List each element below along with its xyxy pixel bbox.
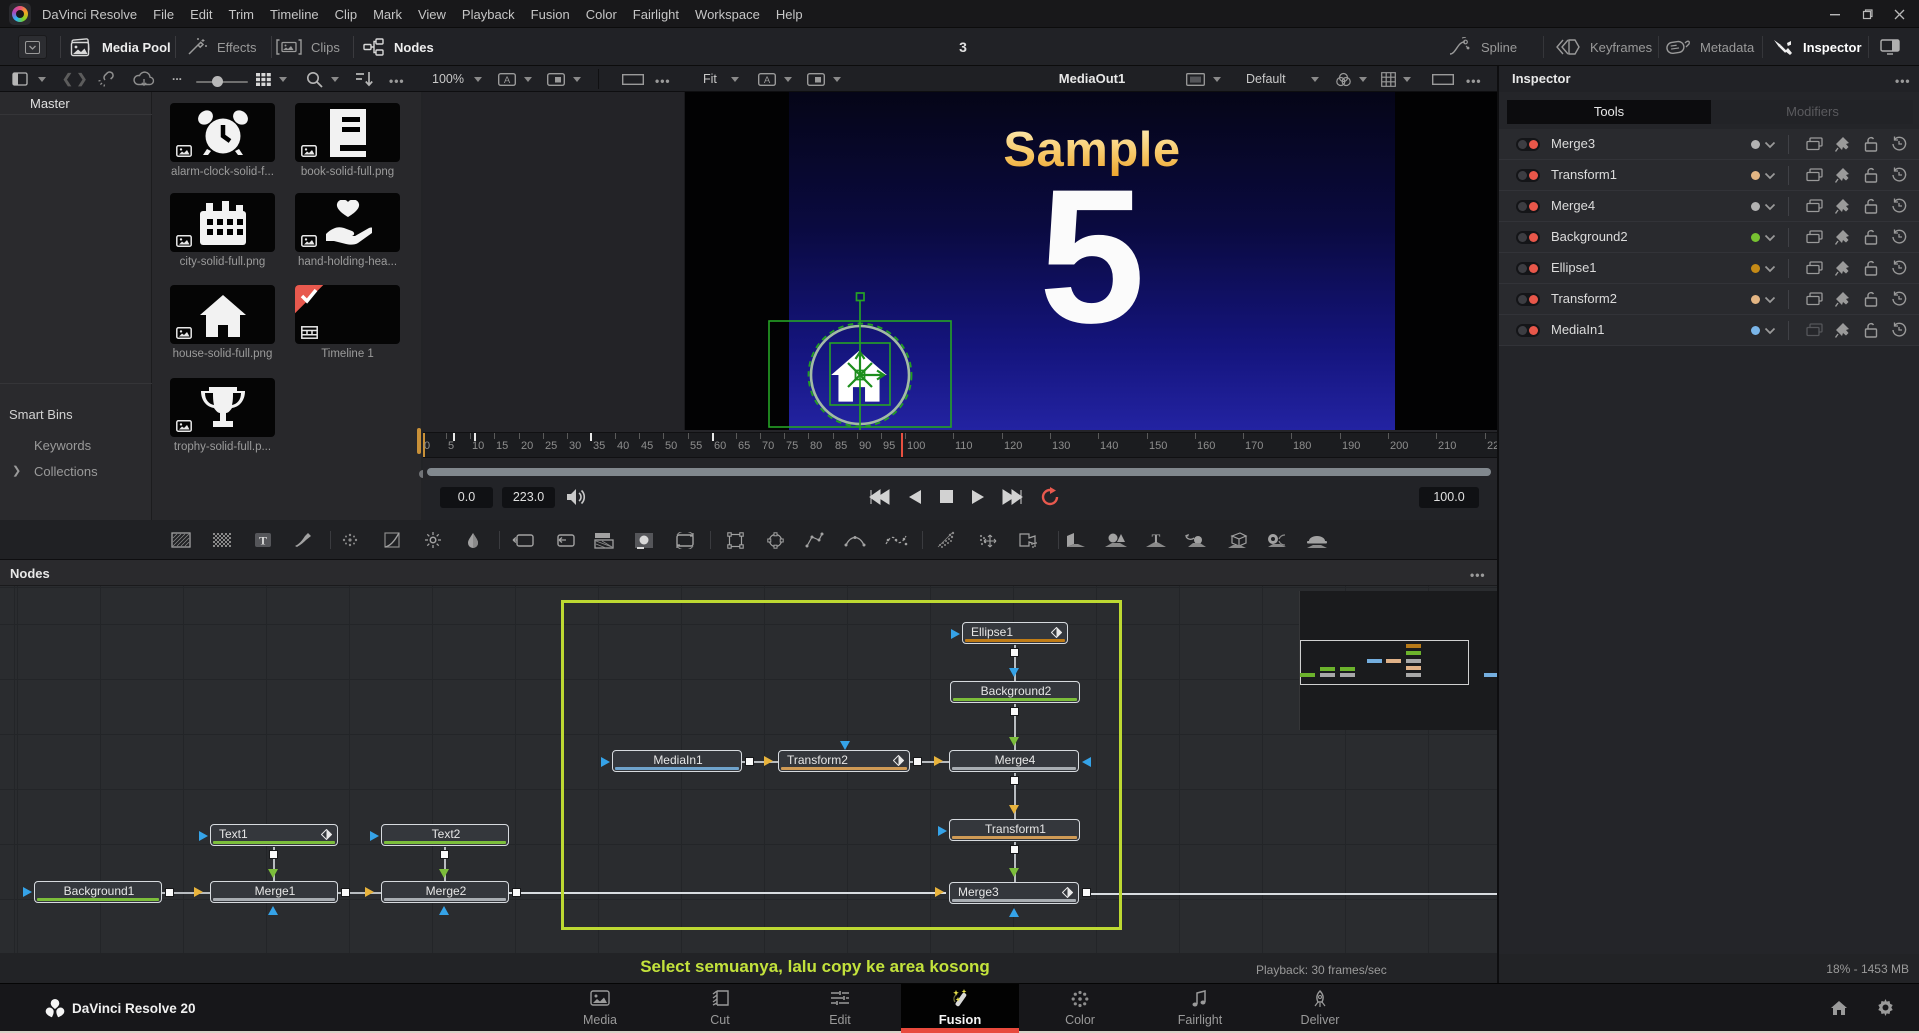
svg-text:T: T xyxy=(259,534,267,548)
svg-text:T: T xyxy=(1152,531,1161,546)
svg-text:A: A xyxy=(764,75,771,86)
svg-text:A: A xyxy=(504,75,511,86)
